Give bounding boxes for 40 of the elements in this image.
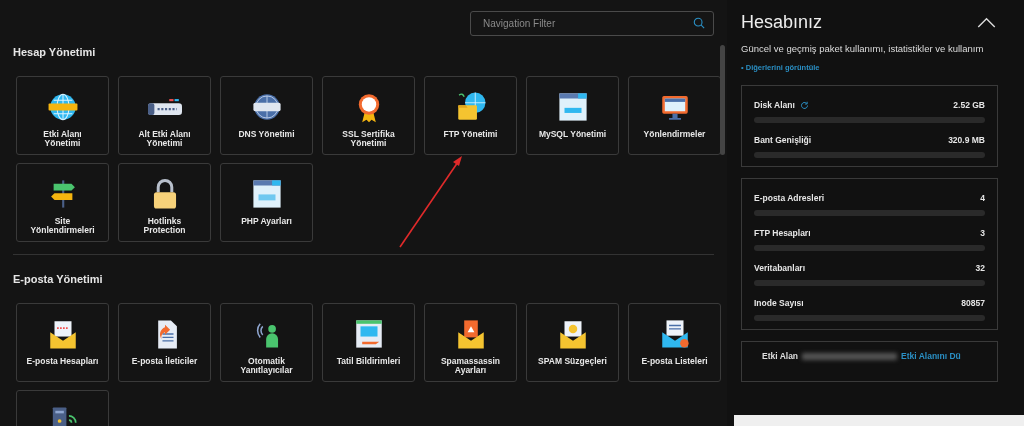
usage-value: 80857 [961, 298, 985, 308]
search-icon [693, 17, 705, 29]
usage-label: Inode Sayısı [754, 298, 804, 308]
tool-tile[interactable]: SSL Sertifika Yönetimi [322, 76, 415, 155]
usage-label: Disk Alanı [754, 100, 795, 110]
usage-label: FTP Hesapları [754, 228, 811, 238]
tool-tile[interactable]: Hotlinks Protection [118, 163, 211, 242]
tool-tile[interactable]: Spamassassin Ayarları [424, 303, 517, 382]
scrollbar[interactable] [720, 45, 725, 155]
usage-label: E-posta Adresleri [754, 193, 825, 203]
tool-tile[interactable]: E-posta İleticiler [118, 303, 211, 382]
domain-label: Etki Alan [762, 351, 799, 361]
tool-tile[interactable]: E-posta Listeleri [628, 303, 721, 382]
usage-value: 32 [975, 263, 985, 273]
section-heading: Hesap Yönetimi [13, 46, 96, 58]
tool-tile[interactable]: Etki Alanı Yönetimi [16, 76, 109, 155]
usage-value: 3 [980, 228, 985, 238]
usage-value: 2.52 GB [953, 100, 985, 110]
tool-tile[interactable]: E-posta Hesapları [16, 303, 109, 382]
usage-label: Veritabanları [754, 263, 806, 273]
usage-value: 4 [980, 193, 985, 203]
domain-link[interactable]: Etki Alanını Dü [901, 351, 961, 361]
section-heading: E-posta Yönetimi [13, 273, 103, 285]
panel-title: Hesabınız [741, 12, 823, 33]
panel-description: Güncel ve geçmiş paket kullanımı, istatistikler ve kullanım [741, 43, 985, 55]
tool-tile[interactable]: MySQL Yönetimi [526, 76, 619, 155]
tool-tile[interactable]: DNS Yönetimi [220, 76, 313, 155]
tool-tile[interactable]: Yönlendirmeler [628, 76, 721, 155]
tool-tile[interactable]: SPAM Süzgeçleri [526, 303, 619, 382]
tool-tile[interactable]: Tatil Bildirimleri [322, 303, 415, 382]
usage-value: 320.9 MB [948, 135, 985, 145]
collapse-chevron-icon[interactable] [977, 17, 996, 28]
tool-tile[interactable]: Otomatik Yanıtlayıcılar [220, 303, 313, 382]
search-field[interactable]: Navigation Filter [470, 11, 714, 36]
tool-tile[interactable]: Site Yönlendirmeleri [16, 163, 109, 242]
tool-tile[interactable]: Alt Etki Alanı Yönetimi [118, 76, 211, 155]
usage-label: Bant Genişliği [754, 135, 812, 145]
tool-tile[interactable]: FTP Yönetimi [424, 76, 517, 155]
refresh-icon[interactable] [799, 100, 809, 110]
tool-tile[interactable]: PHP Ayarları [220, 163, 313, 242]
